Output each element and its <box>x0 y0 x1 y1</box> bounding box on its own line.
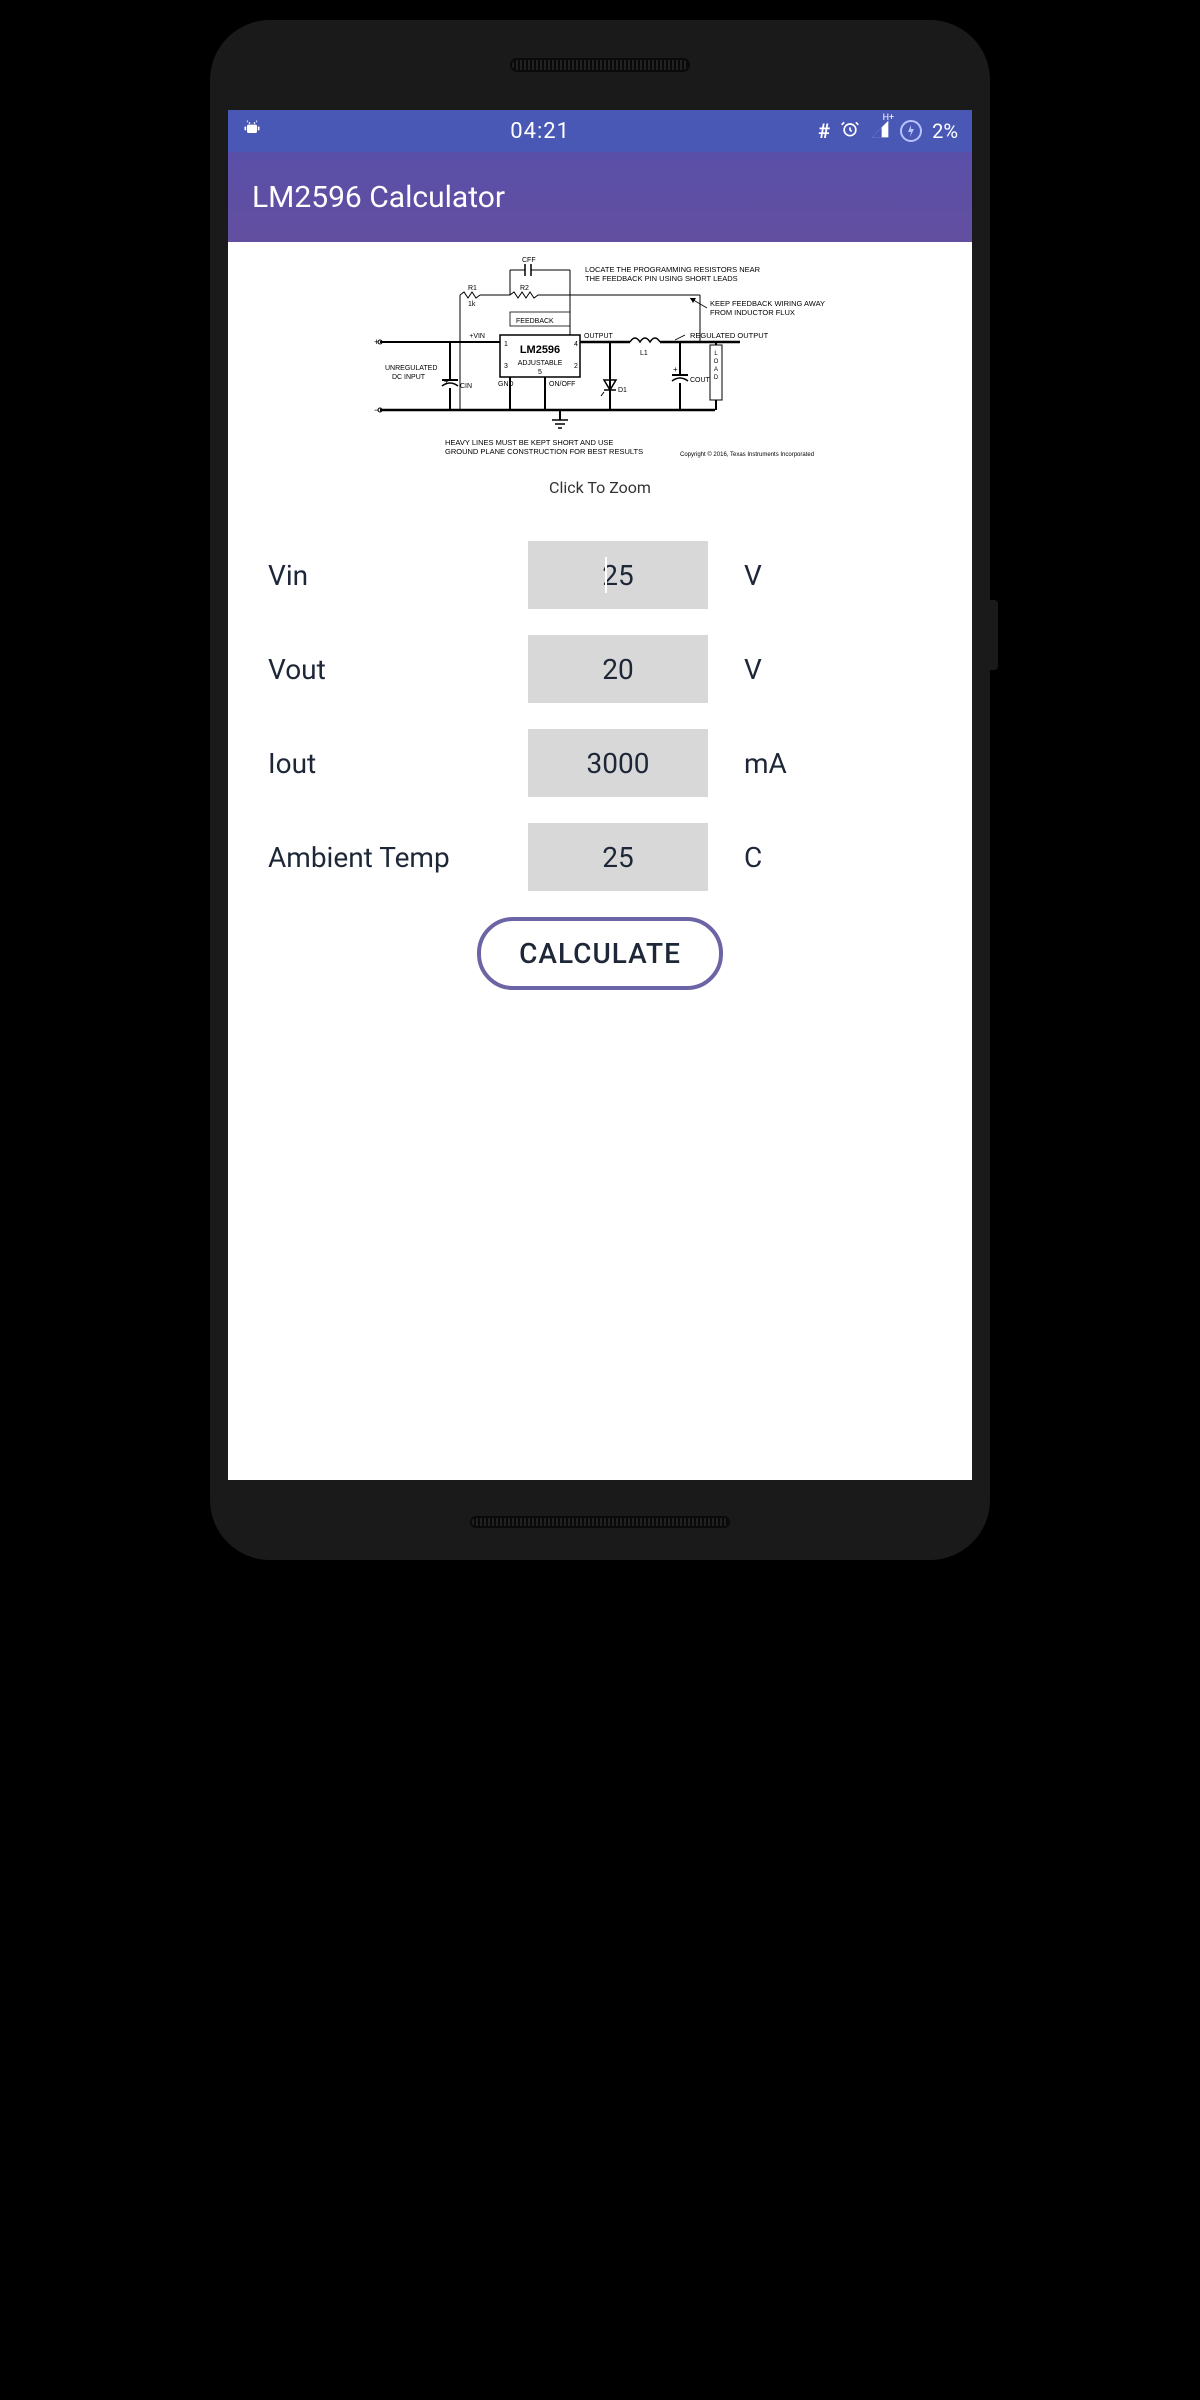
svg-text:DC INPUT: DC INPUT <box>392 374 426 381</box>
svg-text:THE FEEDBACK PIN USING SHORT L: THE FEEDBACK PIN USING SHORT LEADS <box>585 274 738 283</box>
svg-text:CFF: CFF <box>522 257 536 264</box>
svg-text:FEEDBACK: FEEDBACK <box>516 318 554 325</box>
phone-frame: 04:21 # H+ 2% LM2596 Calculator <box>210 20 990 1560</box>
diagram-section[interactable]: LM2596 ADJUSTABLE 1 3 5 2 4 +VIN + <box>228 242 972 501</box>
svg-text:1k: 1k <box>468 301 476 308</box>
svg-text:ADJUSTABLE: ADJUSTABLE <box>518 360 563 367</box>
status-right: # H+ 2% <box>818 119 958 144</box>
svg-text:R1: R1 <box>468 285 477 292</box>
battery-percent: 2% <box>932 119 958 143</box>
text-cursor <box>605 557 607 593</box>
content: LM2596 ADJUSTABLE 1 3 5 2 4 +VIN + <box>228 242 972 1020</box>
status-time: 04:21 <box>510 119 570 144</box>
label-iout: Iout <box>268 747 528 780</box>
svg-text:HEAVY LINES MUST BE KEPT SHORT: HEAVY LINES MUST BE KEPT SHORT AND USE <box>445 438 613 447</box>
svg-text:+: + <box>673 365 678 374</box>
input-vout[interactable] <box>528 635 708 703</box>
status-left <box>242 118 262 144</box>
svg-text:+: + <box>444 377 449 386</box>
form-area: Vin V Vout V Iout mA <box>228 501 972 1020</box>
svg-text:+VIN: +VIN <box>469 333 485 340</box>
svg-text:LOCATE THE PROGRAMMING RESISTO: LOCATE THE PROGRAMMING RESISTORS NEAR <box>585 265 761 274</box>
hash-icon: # <box>818 119 830 143</box>
svg-text:UNREGULATED: UNREGULATED <box>385 365 437 372</box>
svg-text:4: 4 <box>574 341 578 348</box>
label-ambient-temp: Ambient Temp <box>268 841 528 874</box>
row-iout: Iout mA <box>268 729 932 797</box>
phone-power-button[interactable] <box>990 600 998 670</box>
svg-text:GROUND PLANE CONSTRUCTION FOR: GROUND PLANE CONSTRUCTION FOR BEST RESUL… <box>445 447 643 456</box>
input-ambient-temp[interactable] <box>528 823 708 891</box>
circuit-diagram[interactable]: LM2596 ADJUSTABLE 1 3 5 2 4 +VIN + <box>360 250 840 470</box>
calculate-button[interactable]: CALCULATE <box>477 917 723 990</box>
svg-text:COUT: COUT <box>690 377 711 384</box>
svg-text:A: A <box>714 367 718 373</box>
label-vin: Vin <box>268 559 528 592</box>
row-vin: Vin V <box>268 541 932 609</box>
signal-icon: H+ <box>870 119 890 144</box>
unit-iout: mA <box>744 747 787 780</box>
battery-icon <box>900 120 922 142</box>
svg-text:GND: GND <box>498 381 514 388</box>
svg-text:R2: R2 <box>520 285 529 292</box>
unit-ambient-temp: C <box>744 841 762 874</box>
svg-text:ON/OFF: ON/OFF <box>549 381 575 388</box>
svg-text:1: 1 <box>504 341 508 348</box>
svg-text:O: O <box>714 359 719 365</box>
row-vout: Vout V <box>268 635 932 703</box>
svg-text:D1: D1 <box>618 387 627 394</box>
unit-vout: V <box>744 653 762 686</box>
app-title: LM2596 Calculator <box>252 180 505 215</box>
unit-vin: V <box>744 559 762 592</box>
phone-bottom-speaker <box>470 1516 730 1528</box>
alarm-icon <box>840 119 860 144</box>
svg-text:REGULATED OUTPUT: REGULATED OUTPUT <box>690 331 769 340</box>
phone-speaker <box>510 58 690 72</box>
row-ambient-temp: Ambient Temp C <box>268 823 932 891</box>
svg-text:−: − <box>374 405 379 415</box>
label-vout: Vout <box>268 653 528 686</box>
svg-text:Copyright © 2016, Texas Instru: Copyright © 2016, Texas Instruments Inco… <box>680 451 814 458</box>
svg-text:+: + <box>374 337 379 347</box>
app-bar: LM2596 Calculator <box>228 152 972 242</box>
svg-text:KEEP FEEDBACK WIRING AWAY: KEEP FEEDBACK WIRING AWAY <box>710 299 825 308</box>
svg-text:5: 5 <box>538 369 542 376</box>
svg-text:L1: L1 <box>640 350 648 357</box>
screen: 04:21 # H+ 2% LM2596 Calculator <box>228 110 972 1480</box>
diagram-caption: Click To Zoom <box>549 478 651 497</box>
android-icon <box>242 118 262 144</box>
svg-text:CIN: CIN <box>460 383 472 390</box>
chip-label: LM2596 <box>520 344 560 356</box>
svg-text:OUTPUT: OUTPUT <box>584 333 614 340</box>
input-iout[interactable] <box>528 729 708 797</box>
svg-text:2: 2 <box>574 363 578 370</box>
svg-text:FROM INDUCTOR FLUX: FROM INDUCTOR FLUX <box>710 308 795 317</box>
svg-text:3: 3 <box>504 363 508 370</box>
svg-text:D: D <box>714 375 719 381</box>
input-vin[interactable] <box>528 541 708 609</box>
svg-text:L: L <box>714 351 718 357</box>
status-bar: 04:21 # H+ 2% <box>228 110 972 152</box>
